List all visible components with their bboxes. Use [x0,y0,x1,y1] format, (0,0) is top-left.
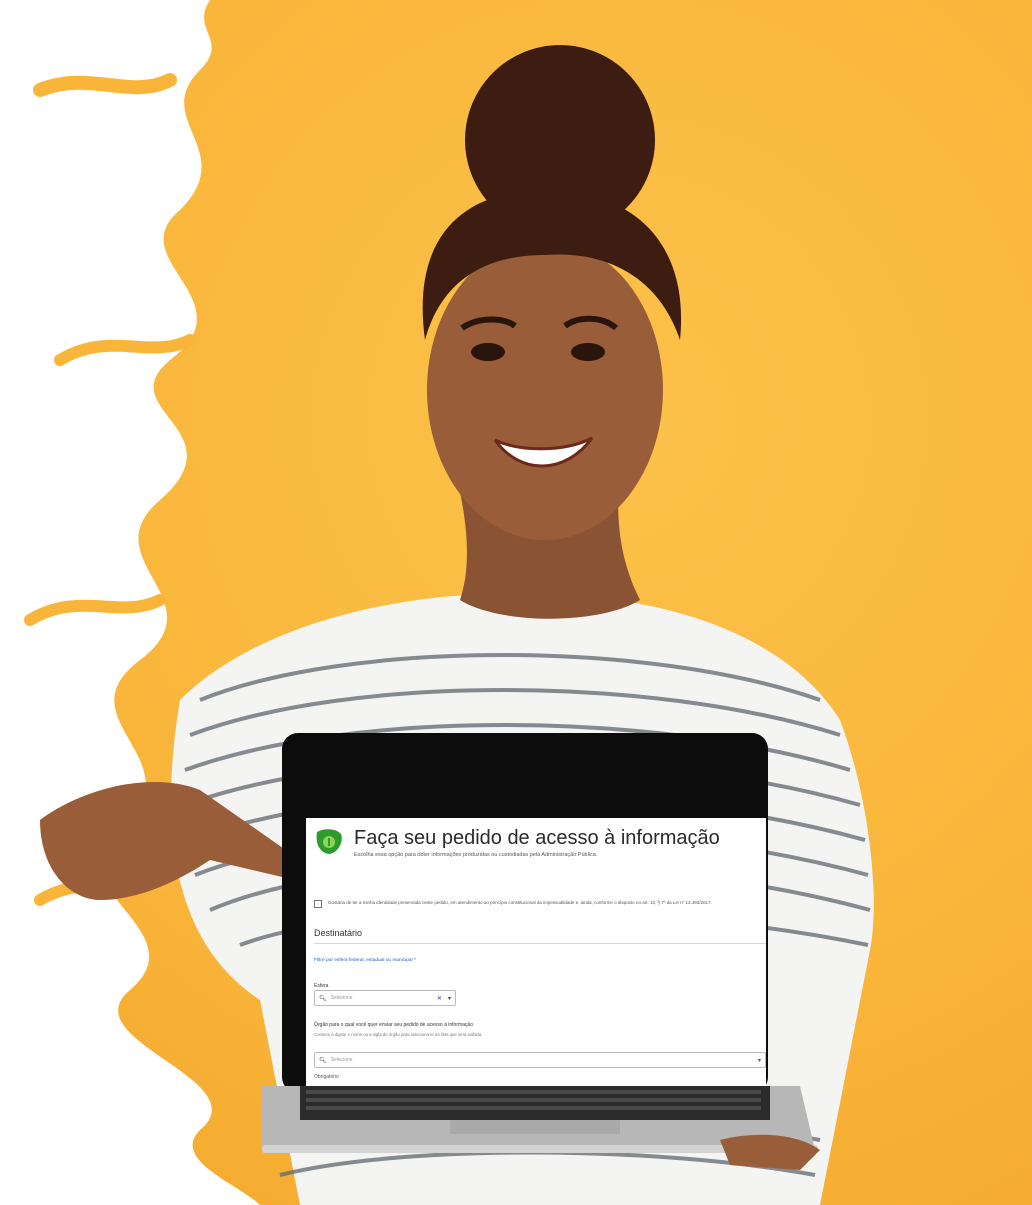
logo-icon [316,829,342,854]
chevron-down-icon[interactable]: ▾ [758,1057,761,1064]
esfera-placeholder: Selecione [330,995,353,1001]
photo-stage: Faça seu pedido de acesso à informação E… [0,0,1032,1205]
esfera-select[interactable]: 🔍︎ Selecione ✕ ▾ [314,990,456,1006]
page-title: Faça seu pedido de acesso à informação [354,827,720,849]
chevron-down-icon[interactable]: ▾ [448,995,451,1002]
anonymity-checkbox-row[interactable]: Gostaria de ter a minha identidade prese… [314,900,754,908]
orgao-placeholder: Selecione [330,1057,353,1063]
section-divider [314,943,766,944]
orgao-hint: Comece a digitar o nome ou a sigla do ór… [314,1032,482,1037]
clear-icon[interactable]: ✕ [437,995,442,1002]
orgao-label: Órgão para o qual você quer enviar seu p… [314,1022,473,1028]
search-icon: 🔍︎ [319,995,327,1002]
section-title: Destinatário [314,928,363,938]
required-note: Obrigatório [314,1074,339,1080]
anonymity-checkbox[interactable] [314,900,322,908]
anonymity-checkbox-label: Gostaria de ter a minha identidade prese… [328,900,711,905]
laptop-screen: Faça seu pedido de acesso à informação E… [306,818,766,1086]
search-icon: 🔍︎ [319,1057,327,1064]
orgao-select[interactable]: 🔍︎ Selecione ▾ [314,1052,766,1068]
face [427,240,663,540]
page-subtitle: Escolha essa opção para obter informaçõe… [354,852,598,858]
esfera-label: Esfera [314,983,329,989]
filter-link[interactable]: Filtre por esfera federal, estadual ou m… [314,958,416,963]
screen-header: Faça seu pedido de acesso à informação E… [314,826,720,858]
